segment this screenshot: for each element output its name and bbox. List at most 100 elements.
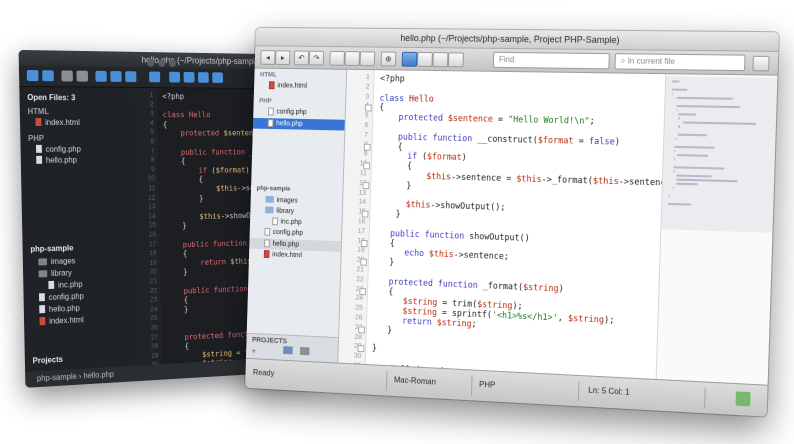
code-line[interactable]: $this->sentence = $this->_format($this->…	[377, 171, 665, 189]
fold-marker[interactable]	[363, 162, 370, 170]
fold-marker[interactable]	[358, 326, 366, 334]
back-arrow-icon[interactable]	[26, 70, 39, 82]
fold-marker[interactable]	[362, 181, 370, 189]
html-file-icon	[263, 250, 270, 259]
project-name[interactable]: php-sample	[30, 244, 73, 254]
code-line[interactable]: {	[167, 342, 190, 352]
globe-icon[interactable]: ⊕	[380, 51, 397, 67]
line-number: 13	[148, 203, 156, 211]
layout-bottom-icon[interactable]	[447, 52, 464, 68]
forward-arrow-icon[interactable]	[42, 70, 54, 82]
code-line[interactable]: class Hello	[379, 93, 433, 104]
open-file-item[interactable]: index.html	[35, 117, 80, 127]
tree-folder[interactable]: images	[265, 195, 298, 205]
tree-file[interactable]: index.html	[263, 250, 302, 259]
open-file-item[interactable]: config.php	[268, 107, 307, 116]
status-ready: Ready	[252, 367, 275, 378]
save-icon[interactable]	[110, 71, 122, 82]
minimap-line	[678, 113, 696, 116]
redo-icon[interactable]	[76, 70, 89, 82]
tree-folder[interactable]: library	[38, 268, 72, 278]
code-line[interactable]: {	[379, 103, 384, 113]
code-line[interactable]: }	[372, 325, 392, 335]
code-line[interactable]: }	[372, 344, 377, 354]
layout-split-icon[interactable]	[183, 71, 195, 83]
back-arrow-icon[interactable]: ◂	[260, 50, 276, 65]
code-line[interactable]: }	[374, 257, 394, 268]
redo-icon[interactable]: ↷	[308, 50, 325, 66]
new-file-icon[interactable]	[95, 70, 107, 82]
code-line[interactable]: }	[165, 222, 187, 231]
line-number: 13	[358, 189, 367, 197]
layout-left-icon[interactable]	[169, 71, 181, 83]
tree-file[interactable]: hello.php	[264, 239, 299, 248]
code-line[interactable]: {	[164, 175, 203, 184]
code-line[interactable]: protected $sentence = "Hello World!\n";	[379, 113, 594, 127]
open-file-item-selected[interactable]: hello.php	[267, 119, 303, 128]
line-number: 23	[150, 296, 158, 304]
open-file-item[interactable]: hello.php	[36, 156, 77, 165]
code-line[interactable]: }	[164, 194, 203, 203]
tree-file[interactable]: config.php	[264, 227, 303, 237]
minimap-line	[678, 117, 680, 120]
fold-marker[interactable]	[364, 104, 372, 112]
code-line[interactable]: {	[165, 249, 188, 258]
fold-marker[interactable]	[361, 210, 369, 218]
code-line[interactable]: <?php	[380, 74, 405, 84]
code-line[interactable]: {	[166, 295, 189, 305]
cursor-position: Ln: 5 Col: 1	[588, 385, 630, 397]
code-line[interactable]: if ($format)	[164, 166, 249, 176]
tree-file[interactable]: inc.php	[272, 217, 302, 226]
globe-icon[interactable]	[149, 71, 161, 83]
tree-file[interactable]: config.php	[38, 292, 84, 303]
code-line[interactable]: public function showOutput()	[375, 228, 530, 244]
fold-marker[interactable]	[360, 239, 368, 247]
find-input[interactable]: Find	[492, 51, 610, 70]
code-line[interactable]: echo $this->sentence;	[375, 248, 509, 263]
forward-arrow-icon[interactable]: ▸	[275, 50, 291, 66]
layout-split-icon[interactable]	[416, 51, 433, 67]
code-line[interactable]: {	[163, 120, 168, 129]
code-line[interactable]: }	[166, 305, 189, 315]
code-line[interactable]: public function __construct($format = fa…	[378, 132, 620, 147]
syntax-check-icon[interactable]	[735, 391, 751, 407]
scope-input[interactable]: ⌕ In current file	[614, 53, 746, 72]
fold-marker[interactable]	[357, 345, 365, 353]
fold-marker[interactable]	[360, 258, 368, 266]
code-line[interactable]: protected function _format($string)	[374, 277, 564, 294]
code-line[interactable]: {	[164, 157, 186, 166]
projects-tab-icon[interactable]	[299, 346, 310, 356]
add-icon[interactable]: +	[252, 347, 257, 356]
tree-folder[interactable]: library	[265, 206, 294, 215]
layout-right-icon[interactable]	[197, 72, 209, 83]
undo-icon[interactable]: ↶	[293, 50, 310, 66]
light-code-editor[interactable]: <?php class Hello{ protected $sentence = …	[366, 70, 665, 380]
tree-folder[interactable]: images	[38, 256, 75, 266]
tree-file[interactable]: index.html	[39, 315, 84, 326]
open-file-icon[interactable]	[359, 51, 376, 67]
layout-bottom-icon[interactable]	[212, 72, 224, 83]
fold-marker[interactable]	[359, 287, 367, 295]
save-icon[interactable]	[329, 50, 345, 66]
tree-file[interactable]: inc.php	[48, 280, 83, 290]
open-file-item[interactable]: index.html	[268, 81, 307, 90]
code-minimap[interactable]	[655, 74, 778, 386]
code-line[interactable]: class Hello	[163, 111, 211, 120]
folder-icon[interactable]	[752, 55, 770, 72]
encoding-selector[interactable]: Mac-Roman	[394, 375, 436, 386]
code-line[interactable]: }	[376, 209, 400, 220]
code-line[interactable]: }	[166, 268, 188, 277]
layout-left-icon[interactable]	[401, 51, 418, 67]
project-name[interactable]: php-sample	[256, 185, 290, 193]
fold-marker[interactable]	[363, 143, 371, 151]
open-file-item[interactable]: config.php	[35, 145, 81, 154]
files-tab-icon[interactable]	[283, 346, 293, 355]
undo-icon[interactable]	[61, 70, 73, 82]
code-line[interactable]: }	[377, 180, 411, 191]
language-selector[interactable]: PHP	[479, 380, 495, 390]
code-line[interactable]: <?php	[162, 92, 184, 101]
tree-file[interactable]: hello.php	[39, 304, 80, 315]
layout-right-icon[interactable]	[432, 52, 449, 68]
open-file-icon[interactable]	[125, 71, 137, 83]
new-file-icon[interactable]	[344, 51, 361, 67]
